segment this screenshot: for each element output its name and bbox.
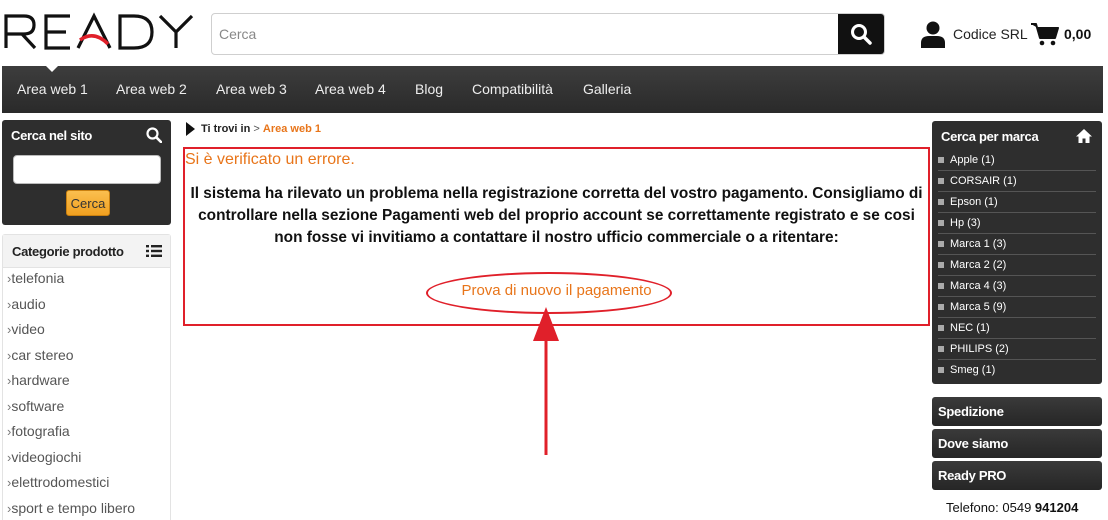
- category-item-telefonia[interactable]: ›telefonia: [7, 268, 167, 294]
- cart-total[interactable]: 0,00: [1064, 26, 1091, 42]
- header-search-input[interactable]: [212, 14, 840, 54]
- header-search: [211, 13, 885, 55]
- breadcrumb-separator: >: [253, 123, 260, 135]
- brand-item-smeg[interactable]: Smeg (1): [938, 360, 1096, 381]
- categories-panel: Categorie prodotto ›telefonia ›audio ›vi…: [2, 234, 171, 520]
- header-search-button[interactable]: [838, 14, 884, 54]
- brands-panel: Cerca per marca Apple (1) CORSAIR (1) Ep…: [932, 121, 1102, 384]
- category-item-videogiochi[interactable]: ›videogiochi: [7, 447, 167, 473]
- phone-number[interactable]: 941204: [1035, 500, 1078, 515]
- breadcrumb: Ti trovi in > Area web 1: [186, 122, 321, 138]
- error-message: Il sistema ha rilevato un problema nella…: [190, 185, 923, 246]
- brand-item-apple[interactable]: Apple (1): [938, 150, 1096, 171]
- categories-list: ›telefonia ›audio ›video ›car stereo ›ha…: [7, 268, 167, 520]
- brand-item-corsair[interactable]: CORSAIR (1): [938, 171, 1096, 192]
- nav-item-galleria[interactable]: Galleria: [583, 81, 631, 97]
- search-icon: [851, 24, 872, 45]
- main-nav: Area web 1 Area web 2 Area web 3 Area we…: [2, 66, 1103, 113]
- brand-item-epson[interactable]: Epson (1): [938, 192, 1096, 213]
- retry-payment-link[interactable]: Prova di nuovo il pagamento: [185, 282, 928, 299]
- brand-item-marca-2[interactable]: Marca 2 (2): [938, 255, 1096, 276]
- list-icon[interactable]: [146, 244, 162, 258]
- category-item-car-stereo[interactable]: ›car stereo: [7, 345, 167, 371]
- nav-item-area-web-4[interactable]: Area web 4: [315, 81, 386, 97]
- shipping-link[interactable]: Spedizione: [932, 397, 1102, 426]
- brand-item-philips[interactable]: PHILIPS (2): [938, 339, 1096, 360]
- category-item-hardware[interactable]: ›hardware: [7, 370, 167, 396]
- site-header: Codice SRL 0,00: [0, 0, 1108, 66]
- error-title: Si è verificato un errore.: [185, 151, 355, 168]
- nav-item-area-web-2[interactable]: Area web 2: [116, 81, 187, 97]
- category-item-software[interactable]: ›software: [7, 396, 167, 422]
- brands-title: Cerca per marca: [941, 129, 1039, 144]
- error-box: Si è verificato un errore. Il sistema ha…: [183, 147, 930, 326]
- breadcrumb-current[interactable]: Area web 1: [263, 123, 321, 135]
- nav-item-area-web-1[interactable]: Area web 1: [17, 81, 88, 97]
- brand-item-nec[interactable]: NEC (1): [938, 318, 1096, 339]
- category-item-fotografia[interactable]: ›fotografia: [7, 421, 167, 447]
- site-search-panel: Cerca nel sito Cerca: [2, 120, 171, 225]
- ready-pro-link[interactable]: Ready PRO: [932, 461, 1102, 490]
- nav-item-area-web-3[interactable]: Area web 3: [216, 81, 287, 97]
- location-link[interactable]: Dove siamo: [932, 429, 1102, 458]
- nav-item-compatibilita[interactable]: Compatibilità: [472, 81, 553, 97]
- home-icon[interactable]: [1075, 128, 1093, 144]
- brand-item-marca-5[interactable]: Marca 5 (9): [938, 297, 1096, 318]
- category-item-sport-e-tempo-libero[interactable]: ›sport e tempo libero: [7, 498, 167, 520]
- category-item-audio[interactable]: ›audio: [7, 294, 167, 320]
- phone-contact: Telefono: 0549 941204: [946, 500, 1078, 515]
- site-search-input[interactable]: [13, 155, 161, 184]
- annotation-arrow: [533, 307, 559, 455]
- triangle-right-icon: [186, 122, 195, 136]
- categories-title: Categorie prodotto: [12, 244, 124, 259]
- categories-header: Categorie prodotto: [3, 235, 170, 268]
- nav-item-blog[interactable]: Blog: [415, 81, 443, 97]
- ready-logo[interactable]: [2, 12, 202, 52]
- category-item-elettrodomestici[interactable]: ›elettrodomestici: [7, 472, 167, 498]
- site-search-title: Cerca nel sito: [11, 128, 93, 143]
- search-icon: [146, 127, 162, 143]
- category-item-video[interactable]: ›video: [7, 319, 167, 345]
- company-name[interactable]: Codice SRL: [953, 26, 1028, 42]
- breadcrumb-label: Ti trovi in: [201, 123, 251, 135]
- phone-label: Telefono: 0549: [946, 500, 1032, 515]
- brand-item-marca-4[interactable]: Marca 4 (3): [938, 276, 1096, 297]
- brands-list: Apple (1) CORSAIR (1) Epson (1) Hp (3) M…: [938, 150, 1096, 381]
- nav-active-indicator: [46, 66, 58, 72]
- brand-item-marca-1[interactable]: Marca 1 (3): [938, 234, 1096, 255]
- site-search-button[interactable]: Cerca: [66, 190, 110, 216]
- cart-icon[interactable]: [1031, 22, 1059, 46]
- brand-item-hp[interactable]: Hp (3): [938, 213, 1096, 234]
- user-icon[interactable]: [920, 20, 946, 48]
